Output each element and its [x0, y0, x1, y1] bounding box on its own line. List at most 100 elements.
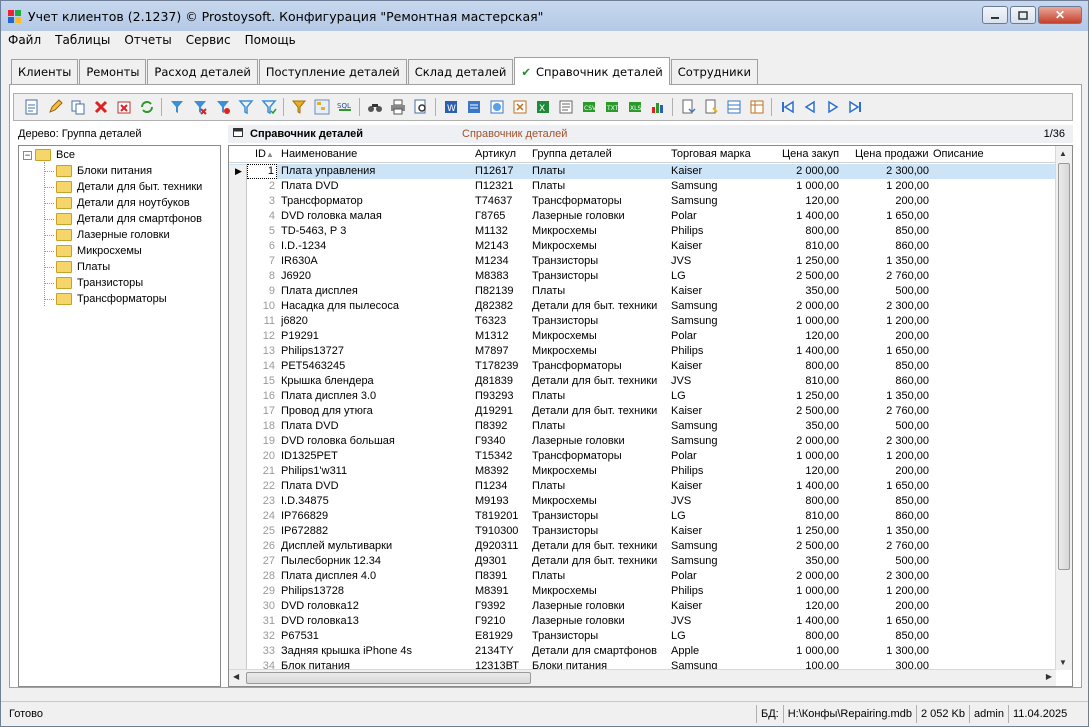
table-row[interactable]: 20 ID1325PET Т15342 Трансформаторы Polar 1 00… [229, 449, 1055, 465]
cell[interactable]: П93293 [475, 390, 531, 402]
cell[interactable]: Детали для быт. техники [532, 555, 670, 567]
cell[interactable]: 3 [247, 195, 277, 207]
cell[interactable]: 1 250,00 [759, 255, 839, 267]
cell[interactable]: Микросхемы [532, 495, 670, 507]
cell[interactable]: 15 [247, 375, 277, 387]
table-settings-icon[interactable] [745, 96, 768, 118]
cell[interactable]: 2 000,00 [759, 300, 839, 312]
cell[interactable]: Kaiser [671, 525, 769, 537]
cell[interactable]: Kaiser [671, 285, 769, 297]
cell[interactable]: Микросхемы [532, 225, 670, 237]
cell[interactable]: Микросхемы [532, 240, 670, 252]
cell[interactable]: 2 760,00 [847, 270, 929, 282]
cell[interactable]: Д81839 [475, 375, 531, 387]
group-filter-icon[interactable] [287, 96, 310, 118]
tree-item[interactable]: Микросхемы [56, 243, 142, 259]
cell[interactable]: 1 350,00 [847, 390, 929, 402]
cell[interactable]: Polar [671, 450, 769, 462]
cell[interactable]: 1 400,00 [759, 345, 839, 357]
cell[interactable]: ID1325PET [281, 450, 471, 462]
tab-parts-catalog[interactable]: ✔ Справочник деталей [514, 57, 670, 85]
cell[interactable]: PET5463245 [281, 360, 471, 372]
cell[interactable]: 1 250,00 [759, 525, 839, 537]
cell[interactable]: 2 760,00 [847, 405, 929, 417]
row-indicator[interactable] [229, 645, 247, 660]
row-indicator[interactable] [229, 405, 247, 420]
cell[interactable]: 2 000,00 [759, 435, 839, 447]
table-row[interactable]: 18 Плата DVD П8392 Платы Samsung 350,00 500,00 [229, 419, 1055, 435]
cell[interactable]: Платы [532, 390, 670, 402]
cell[interactable]: 28 [247, 570, 277, 582]
row-indicator[interactable] [229, 225, 247, 240]
cell[interactable]: Samsung [671, 420, 769, 432]
row-indicator[interactable] [229, 525, 247, 540]
cell[interactable]: Плата дисплея 4.0 [281, 570, 471, 582]
cell[interactable]: 810,00 [759, 240, 839, 252]
tab-parts-income[interactable]: Поступление деталей [258, 59, 407, 84]
minimize-button[interactable] [982, 6, 1008, 24]
table-row[interactable]: 13 Philips13727 М7897 Микросхемы Philips 1 40… [229, 344, 1055, 360]
cell[interactable]: М8391 [475, 585, 531, 597]
cell[interactable]: Polar [671, 210, 769, 222]
cell[interactable]: Задняя крышка iPhone 4s [281, 645, 471, 657]
cell[interactable]: 800,00 [759, 630, 839, 642]
cell[interactable]: 350,00 [759, 555, 839, 567]
cell[interactable]: Транзисторы [532, 630, 670, 642]
table-row[interactable]: 23 I.D.34875 М9193 Микросхемы JVS 800,00 850,0… [229, 494, 1055, 510]
row-indicator[interactable] [229, 570, 247, 585]
cell[interactable]: Лазерные головки [532, 435, 670, 447]
cell[interactable]: 2 300,00 [847, 435, 929, 447]
cell[interactable]: 200,00 [847, 195, 929, 207]
cell[interactable]: 2 000,00 [759, 165, 839, 177]
export-csv-icon[interactable]: CSV [577, 96, 600, 118]
cell[interactable]: DVD головка большая [281, 435, 471, 447]
cell[interactable]: Kaiser [671, 405, 769, 417]
cell[interactable]: Плата дисплея 3.0 [281, 390, 471, 402]
cell[interactable]: 11 [247, 315, 277, 327]
sql-icon[interactable]: SQL [333, 96, 356, 118]
cell[interactable]: 200,00 [847, 600, 929, 612]
cell[interactable]: 1 000,00 [759, 645, 839, 657]
cell[interactable]: 500,00 [847, 285, 929, 297]
cell[interactable]: Philips [671, 585, 769, 597]
cell[interactable]: М7897 [475, 345, 531, 357]
cell[interactable]: 2 500,00 [759, 270, 839, 282]
filter-by-value-icon[interactable] [257, 96, 280, 118]
table-row[interactable]: 17 Провод для утюга Д19291 Детали для быт. … [229, 404, 1055, 420]
cell[interactable]: Лазерные головки [532, 210, 670, 222]
refresh-icon[interactable] [135, 96, 158, 118]
cell[interactable]: Пылесборник 12.34 [281, 555, 471, 567]
cell[interactable]: LG [671, 630, 769, 642]
cell[interactable]: Kaiser [671, 165, 769, 177]
cell[interactable]: Е81929 [475, 630, 531, 642]
cell[interactable]: 1 000,00 [759, 585, 839, 597]
cell[interactable]: Apple [671, 645, 769, 657]
cell[interactable]: Polar [671, 330, 769, 342]
cell[interactable]: 5 [247, 225, 277, 237]
cell[interactable]: 14 [247, 360, 277, 372]
table-row[interactable]: 32 P67531 Е81929 Транзисторы LG 800,00 850,00 [229, 629, 1055, 645]
cell[interactable]: 1 400,00 [759, 615, 839, 627]
cell[interactable]: Д920311 [475, 540, 531, 552]
cell[interactable]: Т819201 [475, 510, 531, 522]
cell[interactable]: 1 200,00 [847, 315, 929, 327]
row-indicator[interactable] [229, 435, 247, 450]
cell[interactable]: Дисплей мультиварки [281, 540, 471, 552]
prev-record-icon[interactable] [798, 96, 821, 118]
cell[interactable]: Г9210 [475, 615, 531, 627]
cell[interactable]: Трансформаторы [532, 450, 670, 462]
cell[interactable]: 24 [247, 510, 277, 522]
export-text-icon[interactable] [554, 96, 577, 118]
close-button[interactable]: ✕ [1038, 6, 1082, 24]
cell[interactable]: 860,00 [847, 510, 929, 522]
cell[interactable]: Д19291 [475, 405, 531, 417]
row-indicator[interactable] [229, 270, 247, 285]
cell[interactable]: Samsung [671, 180, 769, 192]
columns-icon[interactable] [722, 96, 745, 118]
cell[interactable]: I.D.-1234 [281, 240, 471, 252]
cell[interactable]: 2 300,00 [847, 165, 929, 177]
horizontal-scrollbar[interactable]: ◀ ▶ [229, 669, 1056, 686]
cell[interactable]: Платы [532, 165, 670, 177]
cell[interactable]: 10 [247, 300, 277, 312]
cell[interactable]: 1 350,00 [847, 525, 929, 537]
